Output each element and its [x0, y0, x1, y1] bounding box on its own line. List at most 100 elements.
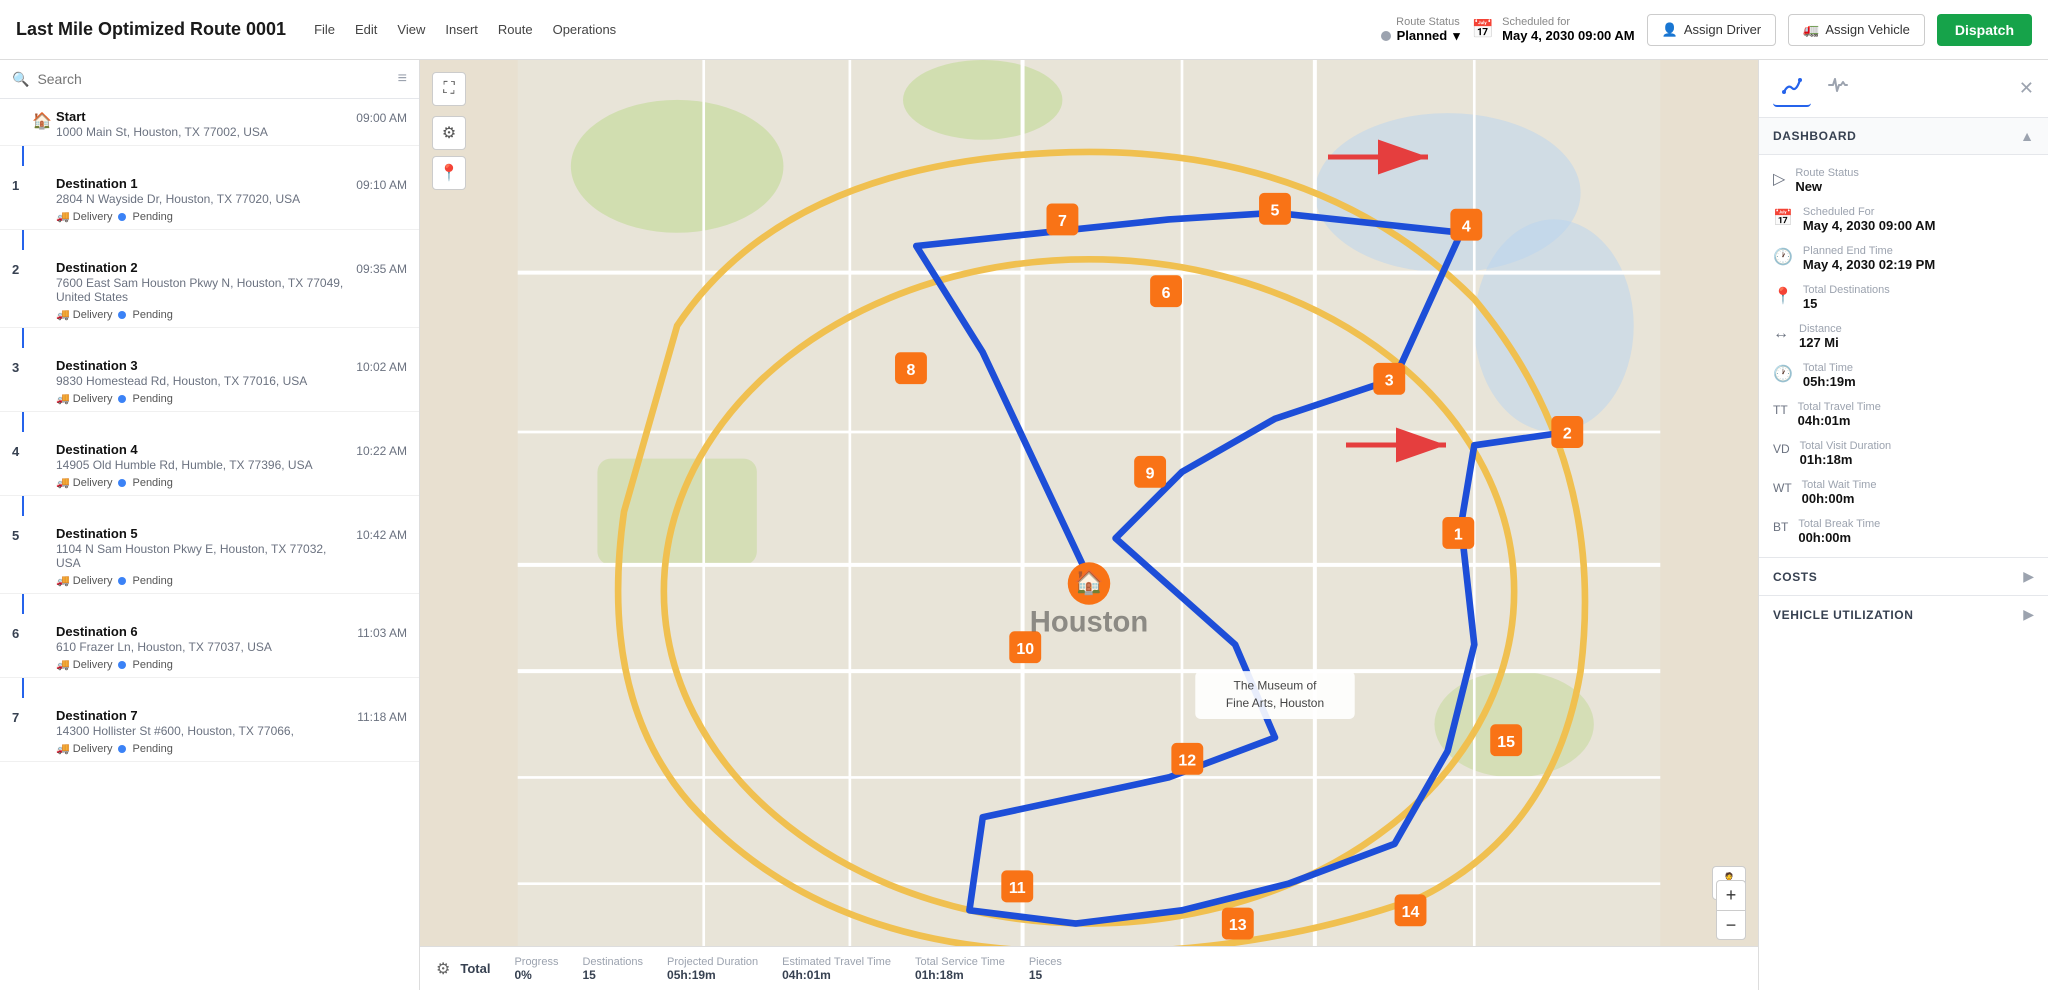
topbar: Last Mile Optimized Route 0001 File Edit… — [0, 0, 2048, 60]
map-gear-button[interactable]: ⚙ — [432, 116, 466, 150]
stop-name-start: Start — [56, 109, 348, 124]
stop-info-1: Destination 1 2804 N Wayside Dr, Houston… — [56, 176, 348, 223]
total-visit-row: VD Total Visit Duration 01h:18m — [1759, 434, 2048, 473]
planned-end-content: Planned End Time May 4, 2030 02:19 PM — [1803, 245, 2034, 272]
distance-row: ↔ Distance 127 Mi — [1759, 317, 2048, 356]
total-travel-content: Total Travel Time 04h:01m — [1798, 401, 2034, 428]
stop-tags-4: 🚚 Delivery Pending — [56, 476, 348, 489]
menu-edit[interactable]: Edit — [355, 22, 377, 37]
bottom-gear-icon[interactable]: ⚙ — [436, 959, 450, 979]
menu-operations[interactable]: Operations — [553, 22, 617, 37]
filter-icon[interactable]: ≡ — [398, 70, 407, 88]
total-visit-content: Total Visit Duration 01h:18m — [1800, 440, 2034, 467]
zoom-out-button[interactable]: − — [1716, 910, 1746, 940]
expand-map-button[interactable]: ⛶ — [432, 72, 466, 106]
vehicle-chevron[interactable]: ▶ — [2023, 606, 2034, 623]
map-pin-button[interactable]: 📍 — [432, 156, 466, 190]
assign-driver-label: Assign Driver — [1684, 22, 1761, 37]
stop-tags-1: 🚚 Delivery Pending — [56, 210, 348, 223]
stop-item-3[interactable]: 3 Destination 3 9830 Homestead Rd, Houst… — [0, 348, 419, 412]
stop-number-1: 1 — [12, 176, 32, 193]
menu-file[interactable]: File — [314, 22, 335, 37]
dispatch-label: Dispatch — [1955, 22, 2014, 38]
total-destinations-content: Total Destinations 15 — [1803, 284, 2034, 311]
stop-icon-2 — [32, 260, 56, 262]
tab-activity[interactable] — [1819, 70, 1857, 107]
dashboard-chevron[interactable]: ▲ — [2020, 128, 2034, 144]
stop-item-7[interactable]: 7 Destination 7 14300 Hollister St #600,… — [0, 698, 419, 762]
distance-value: 127 Mi — [1799, 335, 2034, 350]
stop-item-2[interactable]: 2 Destination 2 7600 East Sam Houston Pk… — [0, 250, 419, 328]
stop-address-5: 1104 N Sam Houston Pkwy E, Houston, TX 7… — [56, 542, 348, 570]
stop-item-1[interactable]: 1 Destination 1 2804 N Wayside Dr, Houst… — [0, 166, 419, 230]
planned-end-label: Planned End Time — [1803, 245, 2034, 257]
status-dropdown-icon[interactable]: ▾ — [1453, 28, 1460, 44]
total-break-content: Total Break Time 00h:00m — [1798, 518, 2034, 545]
scheduled-for-dash-label: Scheduled For — [1803, 206, 2034, 218]
dispatch-button[interactable]: Dispatch — [1937, 14, 2032, 46]
destinations-label: Destinations — [582, 956, 643, 968]
route-status-value[interactable]: Planned ▾ — [1381, 28, 1460, 44]
costs-section-header[interactable]: COSTS ▶ — [1759, 558, 2048, 595]
progress-label: Progress — [514, 956, 558, 968]
bottom-stat-destinations: Destinations 15 — [582, 956, 643, 982]
sidebar-search-bar: 🔍 ≡ — [0, 60, 419, 99]
service-value: 01h:18m — [915, 968, 1005, 982]
stop-item-5[interactable]: 5 Destination 5 1104 N Sam Houston Pkwy … — [0, 516, 419, 594]
stop-tags-2: 🚚 Delivery Pending — [56, 308, 348, 321]
route-status-label: Route Status — [1396, 16, 1460, 28]
delivery-tag-2: 🚚 Delivery — [56, 308, 112, 321]
pending-tag-1: Pending — [132, 211, 172, 223]
vehicle-section-header[interactable]: VEHICLE UTILIZATION ▶ — [1759, 596, 2048, 633]
menu-route[interactable]: Route — [498, 22, 533, 37]
distance-content: Distance 127 Mi — [1799, 323, 2034, 350]
delivery-tag-6: 🚚 Delivery — [56, 658, 112, 671]
total-time-label: Total Time — [1803, 362, 2034, 374]
total-visit-value: 01h:18m — [1800, 452, 2034, 467]
expand-icon: ⛶ — [443, 80, 454, 98]
stop-info-start: Start 1000 Main St, Houston, TX 77002, U… — [56, 109, 348, 139]
tab-route[interactable] — [1773, 70, 1811, 107]
pending-tag-2: Pending — [132, 309, 172, 321]
svg-text:The Museum of: The Museum of — [1234, 679, 1318, 693]
break-time-icon: BT — [1773, 520, 1788, 534]
topbar-right: Route Status Planned ▾ 📅 Scheduled for M… — [1381, 14, 2032, 46]
zoom-in-button[interactable]: + — [1716, 880, 1746, 910]
progress-value: 0% — [514, 968, 558, 982]
panel-tabs — [1773, 70, 1857, 107]
total-destinations-label: Total Destinations — [1803, 284, 2034, 296]
stop-item-6[interactable]: 6 Destination 6 610 Frazer Ln, Houston, … — [0, 614, 419, 678]
dashboard-rows: ▷ Route Status New 📅 Scheduled For May 4… — [1759, 155, 2048, 557]
menu-view[interactable]: View — [397, 22, 425, 37]
total-destinations-value: 15 — [1803, 296, 2034, 311]
panel-close-button[interactable]: ✕ — [2019, 78, 2034, 99]
service-label: Total Service Time — [915, 956, 1005, 968]
total-time-content: Total Time 05h:19m — [1803, 362, 2034, 389]
svg-text:Fine Arts, Houston: Fine Arts, Houston — [1226, 696, 1324, 710]
stop-item-start[interactable]: 🏠 Start 1000 Main St, Houston, TX 77002,… — [0, 99, 419, 146]
pending-tag-3: Pending — [132, 393, 172, 405]
scheduled-for-content: Scheduled For May 4, 2030 09:00 AM — [1803, 206, 2034, 233]
total-wait-label: Total Wait Time — [1802, 479, 2034, 491]
route-status-row: ▷ Route Status New — [1759, 161, 2048, 200]
bottom-stat-pieces: Pieces 15 — [1029, 956, 1062, 982]
route-status-icon: ▷ — [1773, 169, 1785, 189]
destinations-value: 15 — [582, 968, 643, 982]
svg-text:8: 8 — [907, 362, 916, 379]
search-input[interactable] — [37, 71, 389, 87]
stop-name-7: Destination 7 — [56, 708, 349, 723]
costs-chevron[interactable]: ▶ — [2023, 568, 2034, 585]
pieces-label: Pieces — [1029, 956, 1062, 968]
assign-vehicle-label: Assign Vehicle — [1825, 22, 1910, 37]
scheduled-group: 📅 Scheduled for May 4, 2030 09:00 AM — [1472, 16, 1635, 43]
stop-time-2: 09:35 AM — [356, 260, 407, 276]
menu-insert[interactable]: Insert — [445, 22, 478, 37]
assign-driver-button[interactable]: 👤 Assign Driver — [1647, 14, 1776, 46]
stop-number-6: 6 — [12, 624, 32, 641]
map-area[interactable]: ⛶ ⚙ 📍 — [420, 60, 1758, 990]
assign-vehicle-button[interactable]: 🚛 Assign Vehicle — [1788, 14, 1925, 46]
stop-item-4[interactable]: 4 Destination 4 14905 Old Humble Rd, Hum… — [0, 432, 419, 496]
pending-tag-6: Pending — [132, 659, 172, 671]
sidebar-left: 🔍 ≡ 🏠 Start 1000 Main St, Houston, TX 77… — [0, 60, 420, 990]
timeline-line-3 — [22, 412, 24, 432]
